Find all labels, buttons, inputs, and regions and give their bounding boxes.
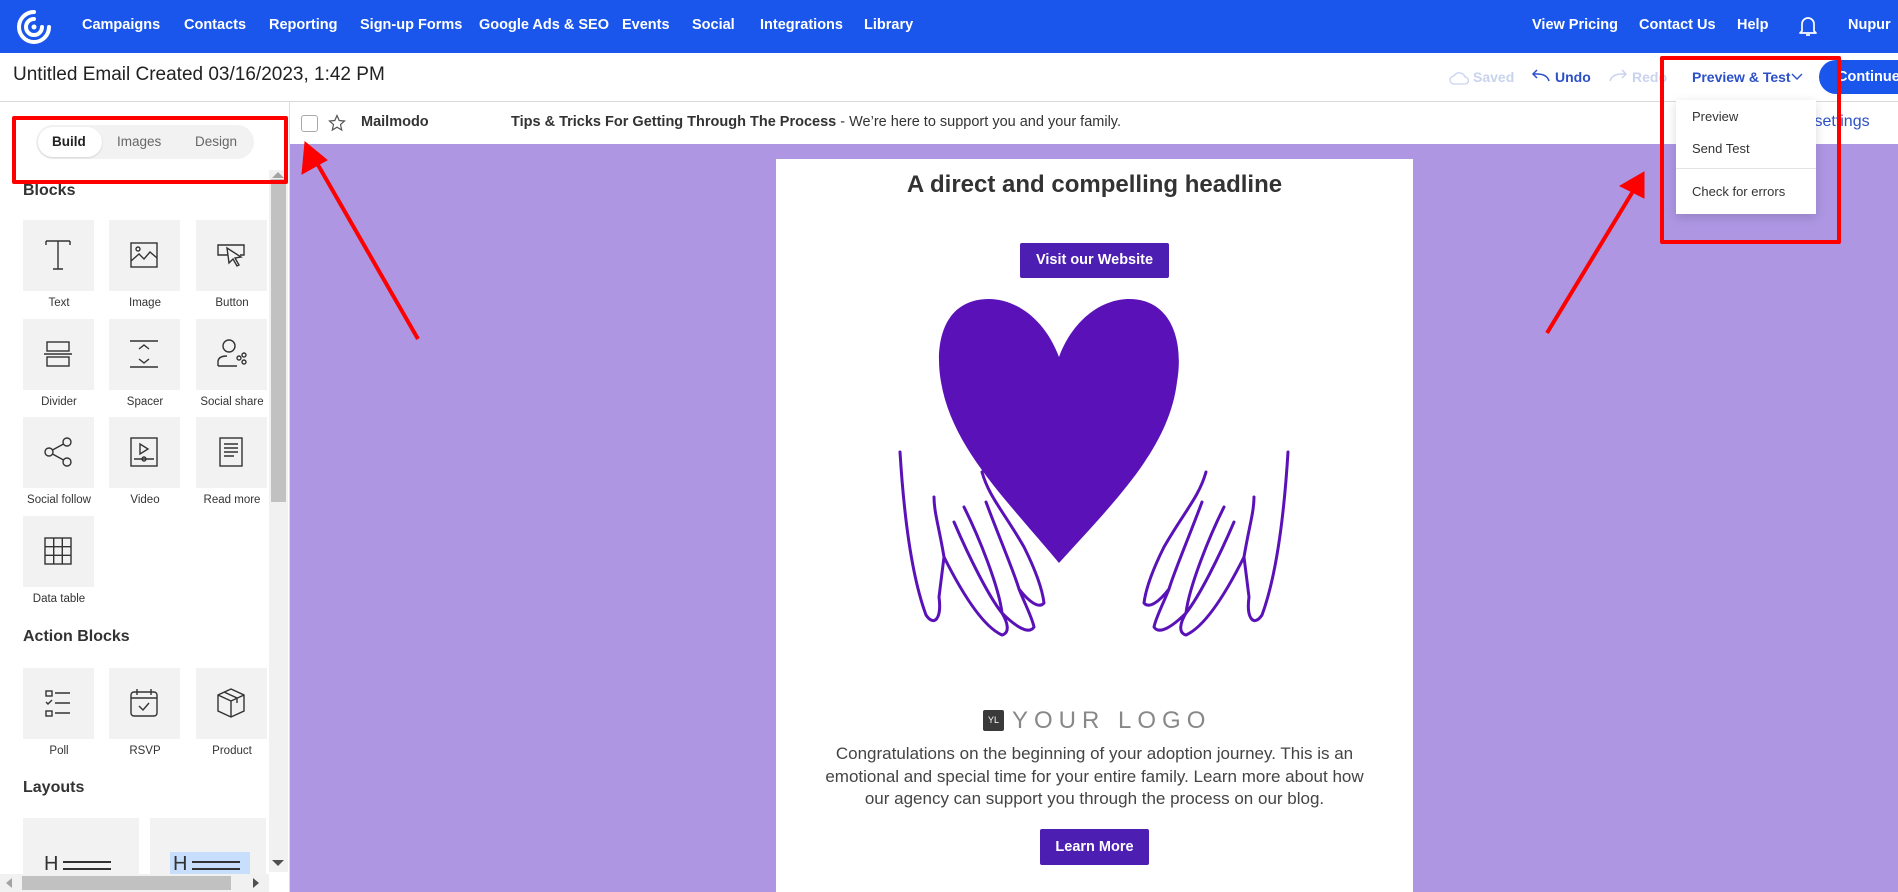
logo-text[interactable]: YOUR LOGO <box>1012 707 1211 735</box>
social-share-icon <box>217 338 247 367</box>
block-label: Button <box>215 297 249 309</box>
block-tile-button[interactable] <box>196 220 267 291</box>
paragraph-line: emotional and special time for your enti… <box>825 766 1364 786</box>
layouts-heading: Layouts <box>23 779 85 796</box>
subject-text: Tips & Tricks For Getting Through The Pr… <box>511 114 837 130</box>
saved-status: Saved <box>1473 69 1515 85</box>
visit-website-button[interactable]: Visit our Website <box>1020 243 1169 278</box>
block-tile-image[interactable] <box>109 220 180 291</box>
block-tile-data-table[interactable] <box>23 515 94 587</box>
block-tile-rsvp[interactable] <box>109 668 180 739</box>
block-tile-social-share[interactable] <box>196 318 267 390</box>
undo-icon[interactable] <box>1531 69 1551 83</box>
divider-icon <box>44 340 72 367</box>
block-label: Product <box>212 745 252 757</box>
block-label: Poll <box>49 745 69 757</box>
heart-shape <box>938 299 1179 563</box>
block-tile-divider[interactable] <box>23 318 94 390</box>
block-tile-video[interactable] <box>109 417 180 488</box>
preheader-text: - We’re here to support you and your fam… <box>836 114 1121 130</box>
horizontal-scrollbar[interactable] <box>0 874 269 892</box>
video-icon <box>130 437 158 467</box>
build-sidebar: Build Images Design Blocks Text Image Butto… <box>0 102 290 892</box>
block-label: Read more <box>203 494 261 506</box>
heart-hands-image[interactable] <box>894 297 1294 639</box>
email-body: A direct and compelling headline Visit o… <box>776 159 1413 892</box>
email-paragraph[interactable]: Congratulations on the beginning of your… <box>776 743 1413 811</box>
block-tile-text[interactable] <box>23 220 94 291</box>
top-navigation: Campaigns Contacts Reporting Sign-up For… <box>0 0 1898 53</box>
layout-tile[interactable]: H <box>150 818 266 878</box>
nav-contact-us[interactable]: Contact Us <box>1639 17 1716 33</box>
nav-campaigns[interactable]: Campaigns <box>82 17 160 33</box>
constant-contact-logo-icon[interactable] <box>16 9 52 45</box>
text-icon <box>45 240 71 270</box>
block-tile-read-more[interactable] <box>196 417 267 488</box>
nav-social[interactable]: Social <box>692 17 735 33</box>
nav-integrations[interactable]: Integrations <box>760 17 843 33</box>
annotation-box-tabs <box>12 116 288 184</box>
email-subject-row: Mailmodo Tips & Tricks For Getting Throu… <box>290 102 1898 144</box>
block-label: Video <box>130 494 160 506</box>
rsvp-icon <box>130 689 158 717</box>
redo-icon[interactable] <box>1608 69 1628 83</box>
subject-line: Tips & Tricks For Getting Through The Pr… <box>511 114 1121 130</box>
user-menu[interactable]: Nupur <box>1848 17 1891 33</box>
nav-signup-forms[interactable]: Sign-up Forms <box>360 17 462 33</box>
button-icon <box>217 244 245 267</box>
data-table-icon <box>44 536 72 565</box>
nav-help[interactable]: Help <box>1737 17 1768 33</box>
layout-tile[interactable]: H <box>23 818 139 878</box>
block-tile-social-follow[interactable] <box>23 417 94 488</box>
vertical-scroll-thumb[interactable] <box>271 179 286 502</box>
block-tile-poll[interactable] <box>23 668 94 739</box>
social-follow-icon <box>44 437 72 467</box>
nav-view-pricing[interactable]: View Pricing <box>1532 17 1618 33</box>
select-checkbox[interactable] <box>301 115 318 132</box>
action-blocks-heading: Action Blocks <box>23 628 130 645</box>
vertical-scrollbar[interactable] <box>269 170 288 872</box>
block-tile-spacer[interactable] <box>109 318 180 390</box>
nav-google-ads-seo[interactable]: Google Ads & SEO <box>479 17 609 33</box>
editor-toolbar: Untitled Email Created 03/16/2023, 1:42 … <box>0 53 1898 102</box>
nav-library[interactable]: Library <box>864 17 913 33</box>
horizontal-scroll-thumb[interactable] <box>22 876 231 890</box>
learn-more-button[interactable]: Learn More <box>1040 829 1149 865</box>
scroll-down-arrow-icon[interactable] <box>272 860 284 866</box>
product-icon <box>217 688 245 718</box>
nav-contacts[interactable]: Contacts <box>184 17 246 33</box>
nav-events[interactable]: Events <box>622 17 670 33</box>
undo-button[interactable]: Undo <box>1555 69 1591 85</box>
scroll-left-arrow-icon[interactable] <box>6 878 12 888</box>
star-icon[interactable] <box>328 114 346 132</box>
nav-reporting[interactable]: Reporting <box>269 17 337 33</box>
paragraph-line: our agency can support you through the p… <box>864 789 1325 808</box>
block-label: Social follow <box>27 494 91 506</box>
block-label: Social share <box>200 395 264 408</box>
block-label: Image <box>129 297 161 309</box>
block-label: Divider <box>41 395 77 408</box>
bell-icon[interactable] <box>1798 15 1818 37</box>
spacer-icon <box>130 339 158 368</box>
block-label: RSVP <box>129 745 161 757</box>
paragraph-line: Congratulations on the beginning of your… <box>835 744 1354 763</box>
image-icon <box>130 242 158 268</box>
cloud-icon <box>1449 72 1469 85</box>
scroll-right-arrow-icon[interactable] <box>253 878 259 888</box>
block-tile-product[interactable] <box>196 668 267 739</box>
read-more-icon <box>219 437 243 467</box>
email-title[interactable]: Untitled Email Created 03/16/2023, 1:42 … <box>13 64 385 86</box>
layout-heading-glyph: H <box>173 853 188 875</box>
sender-name: Mailmodo <box>361 114 429 130</box>
block-label: Data table <box>32 592 86 605</box>
annotation-box-preview <box>1660 56 1841 244</box>
layout-heading-glyph: H <box>44 853 59 875</box>
poll-icon <box>45 690 70 717</box>
email-headline[interactable]: A direct and compelling headline <box>776 171 1413 199</box>
block-label: Text <box>48 297 70 309</box>
blocks-heading: Blocks <box>23 182 76 199</box>
logo-badge: YL <box>983 710 1004 731</box>
block-label: Spacer <box>126 395 164 408</box>
